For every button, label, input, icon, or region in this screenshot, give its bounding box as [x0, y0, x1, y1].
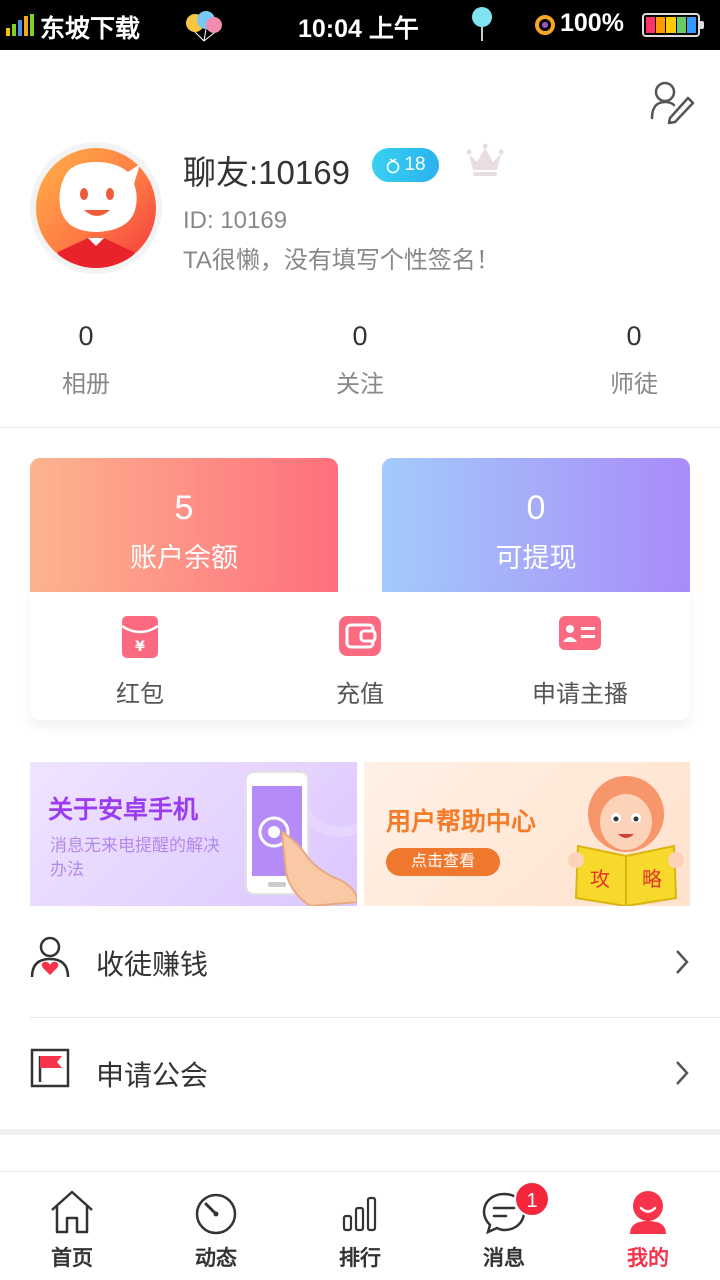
- menu-item-apprentice[interactable]: 收徒赚钱: [30, 907, 720, 1017]
- signature: TA很懒，没有填写个性签名！: [183, 247, 500, 274]
- help-center-banner[interactable]: 攻 略 用户帮助中心 点击查看: [364, 762, 690, 906]
- signal-icon: [6, 14, 34, 36]
- user-id: ID: 10169: [183, 207, 288, 234]
- withdraw-value: 0: [526, 489, 546, 527]
- tab-messages[interactable]: 消息: [432, 1172, 576, 1280]
- book-left-text: 攻: [590, 867, 610, 891]
- svg-text:¥: ¥: [135, 639, 145, 655]
- balance-value: 5: [174, 489, 194, 527]
- balance-label: 账户余额: [130, 543, 238, 573]
- android-banner-subtitle: 消息无来电提醒的解决办法: [50, 836, 220, 879]
- battery-icon: [642, 13, 704, 37]
- menu-item-guild-label: 申请公会: [96, 1060, 209, 1091]
- bottom-tab-bar: 首页 动态 排行 消息 我的: [0, 1171, 720, 1280]
- profile-icon: [630, 1191, 666, 1234]
- level-value: 18: [404, 154, 426, 175]
- recharge-label: 充值: [336, 681, 384, 708]
- tab-mine-label: 我的: [627, 1247, 669, 1270]
- android-banner-title: 关于安卓手机: [48, 796, 199, 824]
- crown-icon[interactable]: [465, 142, 505, 178]
- tab-home-label: 首页: [51, 1247, 93, 1270]
- reading-girl-illustration: 攻 略: [568, 776, 684, 906]
- red-envelope-icon: ¥: [122, 616, 158, 658]
- menu-item-apprentice-label: 收徒赚钱: [96, 949, 209, 980]
- stat-mentorship[interactable]: 0 师徒: [574, 318, 694, 399]
- stat-album-label: 相册: [62, 371, 110, 398]
- divider: [0, 427, 720, 428]
- apprentice-icon: [30, 936, 70, 978]
- stat-album-value: 0: [78, 321, 94, 351]
- stat-following[interactable]: 0 关注: [300, 318, 420, 399]
- tab-ranking-label: 排行: [339, 1247, 381, 1270]
- red-envelope-label: 红包: [116, 681, 164, 708]
- edit-profile-icon[interactable]: [648, 78, 696, 126]
- help-banner-title: 用户帮助中心: [386, 808, 537, 836]
- wallet-icon: [339, 616, 381, 656]
- android-notice-banner[interactable]: 关于安卓手机 消息无来电提醒的解决办法: [30, 762, 357, 906]
- tab-messages-label: 消息: [483, 1247, 525, 1270]
- apply-anchor-button[interactable]: 申请主播: [500, 592, 660, 720]
- stat-album[interactable]: 0 相册: [26, 318, 146, 399]
- flag-icon: [30, 1048, 70, 1088]
- location-pin-icon: [472, 7, 492, 41]
- stat-following-label: 关注: [336, 371, 384, 398]
- bar-chart-icon: [342, 1196, 377, 1232]
- book-right-text: 略: [642, 867, 662, 891]
- carrier-name: 东坡下载: [40, 15, 141, 43]
- ring-icon: [387, 158, 400, 174]
- tab-home[interactable]: 首页: [0, 1172, 144, 1280]
- withdraw-label: 可提现: [495, 543, 577, 573]
- stats-row: 0 相册 0 关注 0 师徒: [0, 318, 720, 398]
- stat-mentorship-label: 师徒: [610, 371, 658, 398]
- message-count-badge: 1: [514, 1181, 550, 1217]
- red-envelope-button[interactable]: ¥ 红包: [60, 592, 220, 720]
- view-details-button[interactable]: 点击查看: [386, 848, 500, 876]
- tab-mine[interactable]: 我的: [576, 1172, 720, 1280]
- clock: 10:04 上午: [298, 15, 419, 43]
- avatar-face: [36, 148, 156, 268]
- balance-card[interactable]: 5 账户余额: [30, 458, 338, 592]
- colorful-ring-icon: [535, 15, 555, 35]
- home-icon: [51, 1190, 93, 1234]
- quick-actions: ¥ 红包 充值 申请主播: [30, 592, 690, 720]
- smiley-mascot-icon: [58, 162, 140, 268]
- tab-ranking[interactable]: 排行: [288, 1172, 432, 1280]
- avatar[interactable]: [30, 142, 162, 274]
- phone-tap-illustration: [245, 762, 357, 906]
- battery-percent: 100%: [560, 9, 624, 37]
- tab-moments-label: 动态: [195, 1247, 237, 1270]
- chevron-right-icon: [676, 950, 689, 974]
- section-gap: [0, 1129, 720, 1135]
- compass-icon: [195, 1193, 237, 1235]
- menu-item-guild[interactable]: 申请公会: [30, 1018, 720, 1128]
- status-bar: 东坡下载 10:04 上午 100%: [0, 0, 720, 50]
- apply-anchor-label: 申请主播: [532, 681, 628, 708]
- recharge-button[interactable]: 充值: [280, 592, 440, 720]
- chevron-right-icon: [676, 1061, 689, 1085]
- tab-moments[interactable]: 动态: [144, 1172, 288, 1280]
- nickname: 聊友:10169: [183, 154, 350, 191]
- withdraw-card[interactable]: 0 可提现: [382, 458, 690, 592]
- stat-following-value: 0: [352, 321, 368, 351]
- id-card-icon: [559, 616, 601, 650]
- level-badge: 18: [372, 148, 439, 182]
- balloons-icon: [186, 11, 222, 42]
- stat-mentorship-value: 0: [626, 321, 642, 351]
